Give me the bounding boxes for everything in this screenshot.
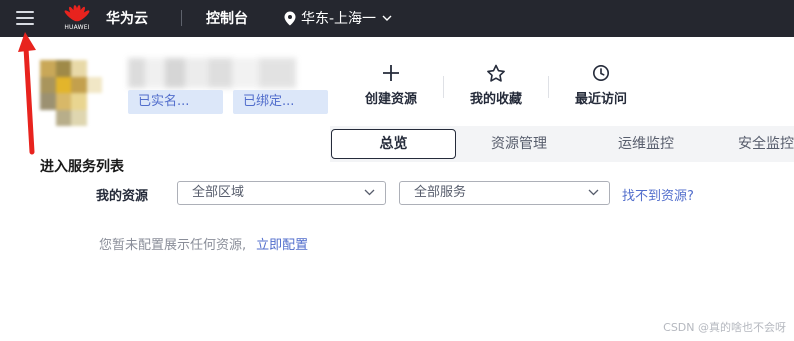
watermark: CSDN @真的啥也不会呀 xyxy=(663,321,786,334)
plus-icon xyxy=(383,65,399,81)
region-filter-value: 全部区域 xyxy=(192,185,245,200)
create-resource-label: 创建资源 xyxy=(364,92,417,107)
logo-text: HUAWEI xyxy=(64,24,90,31)
empty-state-text: 您暂未配置展示任何资源, xyxy=(99,238,247,253)
tab-ops-monitoring[interactable]: 运维监控 xyxy=(590,129,702,159)
realname-badge[interactable]: 已实名... xyxy=(128,90,223,114)
tab-resource-management[interactable]: 资源管理 xyxy=(462,129,576,159)
annotation-text: 进入服务列表 xyxy=(40,159,124,175)
my-resources-label: 我的资源 xyxy=(96,189,149,204)
divider xyxy=(548,76,549,98)
empty-state: 您暂未配置展示任何资源, 立即配置 xyxy=(99,234,308,253)
my-favorites-button[interactable]: 我的收藏 xyxy=(446,64,546,120)
tab-overview[interactable]: 总览 xyxy=(331,129,456,159)
configure-now-link[interactable]: 立即配置 xyxy=(256,238,308,253)
chevron-down-icon xyxy=(588,189,599,196)
divider xyxy=(443,76,444,98)
star-icon xyxy=(487,64,505,82)
service-filter-value: 全部服务 xyxy=(414,185,467,200)
chevron-down-icon xyxy=(382,15,392,21)
brand-name[interactable]: 华为云 xyxy=(106,8,148,28)
huawei-flower-icon xyxy=(64,5,90,22)
huawei-logo[interactable]: HUAWEI xyxy=(60,4,94,34)
username-blurred xyxy=(128,58,296,88)
location-pin-icon xyxy=(284,11,296,25)
top-navigation-bar: HUAWEI 华为云 控制台 华东-上海一 xyxy=(0,0,794,37)
bound-badge[interactable]: 已绑定... xyxy=(233,90,328,114)
hamburger-menu-icon[interactable] xyxy=(12,7,38,29)
console-link[interactable]: 控制台 xyxy=(206,8,248,28)
region-selector[interactable]: 华东-上海一 xyxy=(284,8,392,28)
my-favorites-label: 我的收藏 xyxy=(469,92,522,107)
tab-security-monitoring[interactable]: 安全监控 xyxy=(716,129,794,159)
region-label: 华东-上海一 xyxy=(301,11,377,27)
create-resource-button[interactable]: 创建资源 xyxy=(341,64,441,120)
avatar-blurred xyxy=(40,60,102,126)
clock-icon xyxy=(592,64,610,82)
recent-visits-label: 最近访问 xyxy=(574,92,627,107)
recent-visits-button[interactable]: 最近访问 xyxy=(551,64,651,120)
region-filter-select[interactable]: 全部区域 xyxy=(177,181,386,205)
chevron-down-icon xyxy=(364,189,375,196)
divider xyxy=(181,10,182,26)
service-filter-select[interactable]: 全部服务 xyxy=(399,181,610,205)
resource-not-found-link[interactable]: 找不到资源? xyxy=(622,185,694,204)
